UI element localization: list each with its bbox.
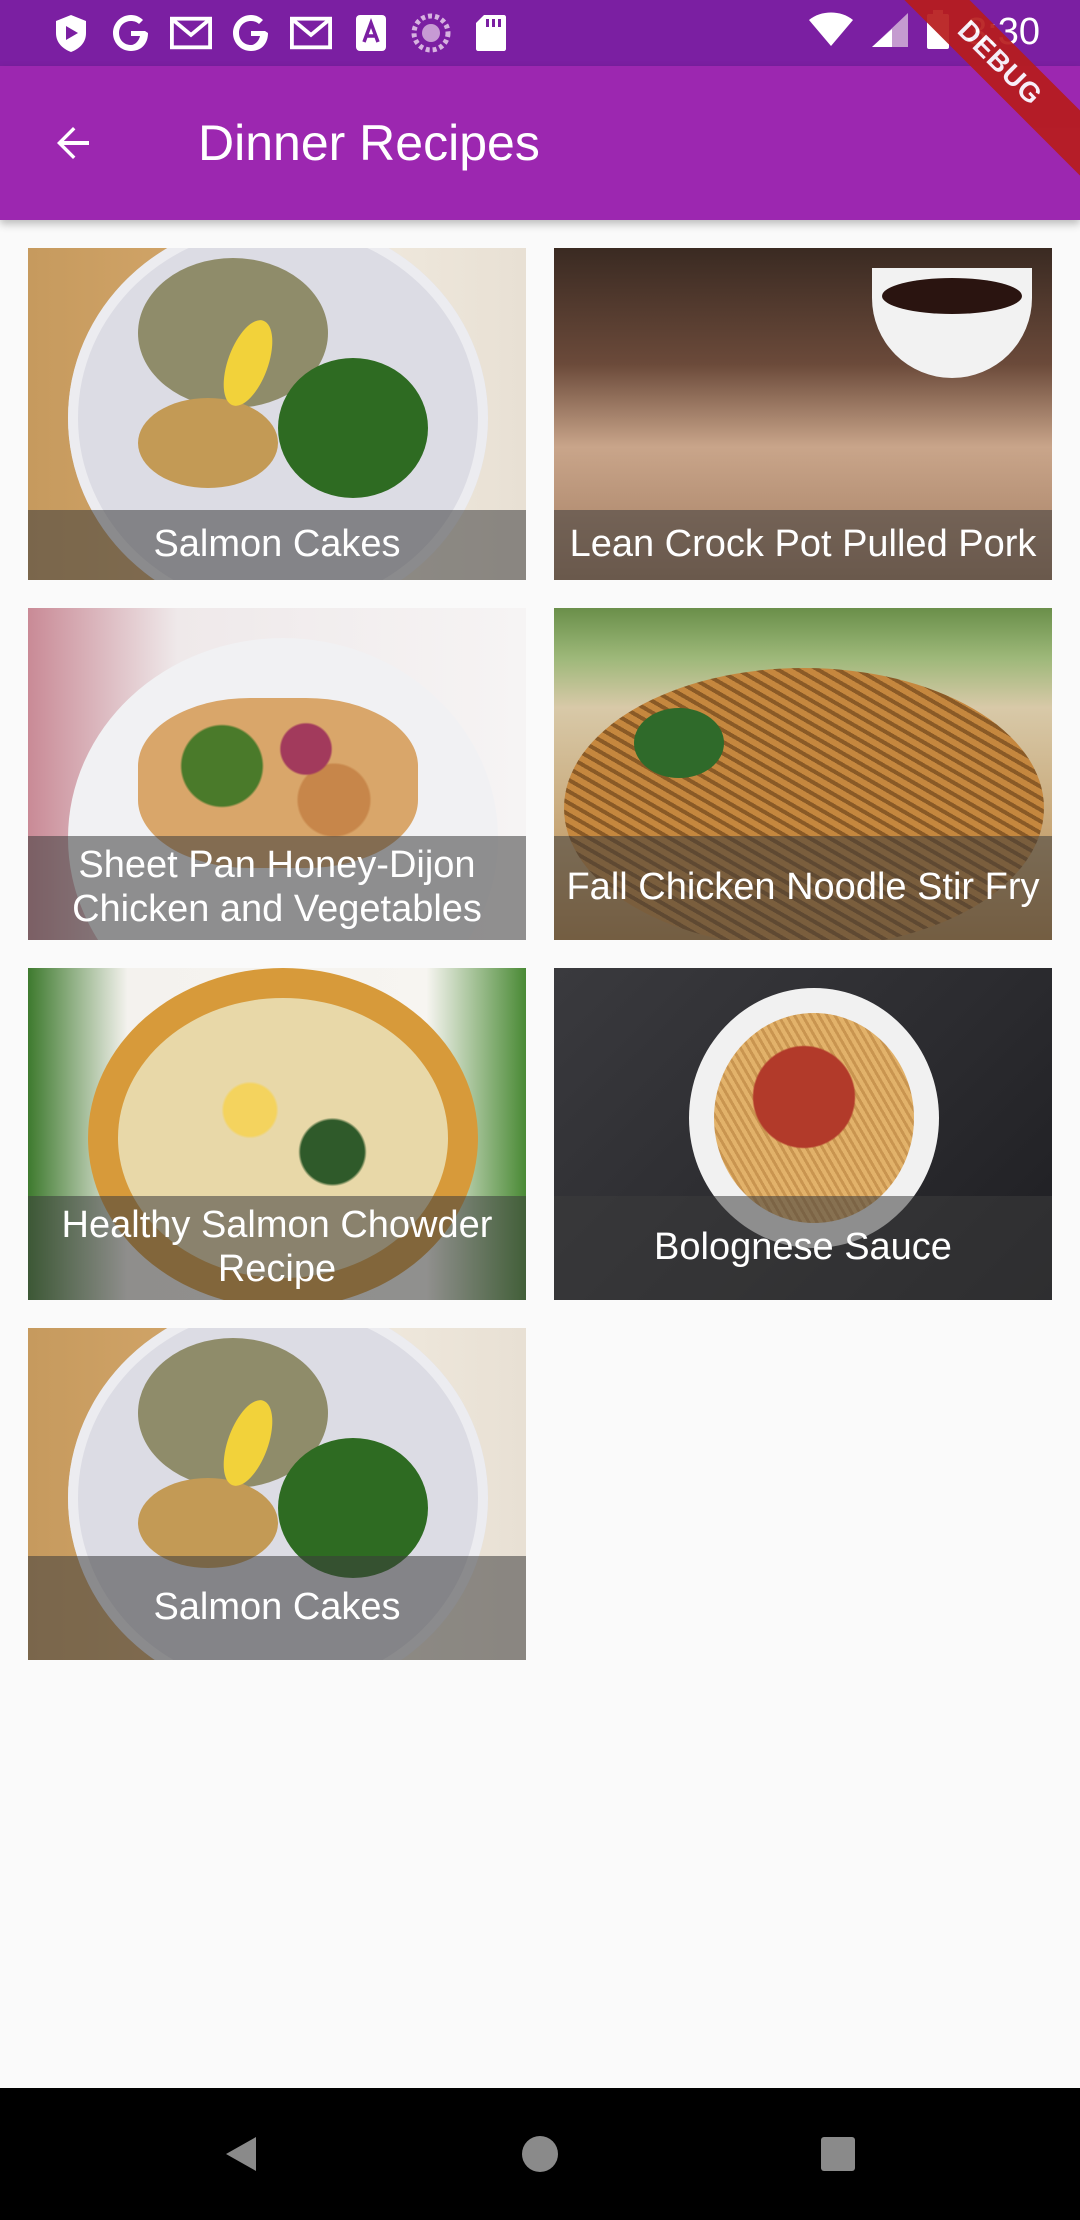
nav-recents-button[interactable] [808, 2124, 868, 2184]
nav-back-button[interactable] [212, 2124, 272, 2184]
recipe-tile[interactable]: Fall Chicken Noodle Stir Fry [554, 608, 1052, 940]
recipe-caption: Healthy Salmon Chowder Recipe [28, 1196, 526, 1300]
gmail-icon [290, 12, 332, 54]
recipe-tile[interactable]: Bolognese Sauce [554, 968, 1052, 1300]
recipe-tile[interactable]: Salmon Cakes [28, 1328, 526, 1660]
sd-card-icon [470, 12, 512, 54]
recipe-title: Healthy Salmon Chowder Recipe [61, 1204, 493, 1290]
recipe-title: Fall Chicken Noodle Stir Fry [566, 866, 1040, 908]
status-notification-icons [50, 12, 512, 54]
nav-home-button[interactable] [510, 2124, 570, 2184]
google-g-icon [230, 12, 272, 54]
cell-signal-icon [870, 11, 910, 54]
recipe-title: Sheet Pan Honey-Dijon Chicken and Vegeta… [72, 844, 482, 930]
google-g-icon [110, 12, 152, 54]
recipe-title: Bolognese Sauce [654, 1226, 952, 1268]
circle-progress-icon [410, 12, 452, 54]
back-button[interactable] [40, 110, 106, 176]
a-notification-icon [350, 12, 392, 54]
system-nav-bar [0, 2088, 1080, 2220]
recipe-caption: Sheet Pan Honey-Dijon Chicken and Vegeta… [28, 836, 526, 940]
back-triangle-icon [226, 2137, 256, 2171]
recipe-tile[interactable]: Healthy Salmon Chowder Recipe [28, 968, 526, 1300]
gmail-icon [170, 12, 212, 54]
wifi-icon [808, 12, 854, 53]
recipe-tile[interactable]: Sheet Pan Honey-Dijon Chicken and Vegeta… [28, 608, 526, 940]
recipe-tile[interactable]: Lean Crock Pot Pulled Pork [554, 248, 1052, 580]
recipe-caption: Salmon Cakes [28, 1556, 526, 1660]
recipe-caption: Salmon Cakes [28, 510, 526, 580]
home-circle-icon [522, 2136, 558, 2172]
recipe-title: Salmon Cakes [153, 523, 401, 565]
recipe-tile[interactable]: Salmon Cakes [28, 248, 526, 580]
recents-square-icon [821, 2137, 855, 2171]
recipe-title: Lean Crock Pot Pulled Pork [569, 523, 1037, 565]
recipe-caption: Bolognese Sauce [554, 1196, 1052, 1300]
recipe-grid: Salmon Cakes Lean Crock Pot Pulled Pork … [28, 248, 1052, 1660]
app-bar: Dinner Recipes [0, 66, 1080, 220]
page-title: Dinner Recipes [198, 115, 540, 171]
shield-app-icon [50, 12, 92, 54]
recipe-title: Salmon Cakes [153, 1586, 401, 1628]
recipe-caption: Lean Crock Pot Pulled Pork [554, 510, 1052, 580]
recipe-caption: Fall Chicken Noodle Stir Fry [554, 836, 1052, 940]
arrow-back-icon [57, 127, 89, 159]
